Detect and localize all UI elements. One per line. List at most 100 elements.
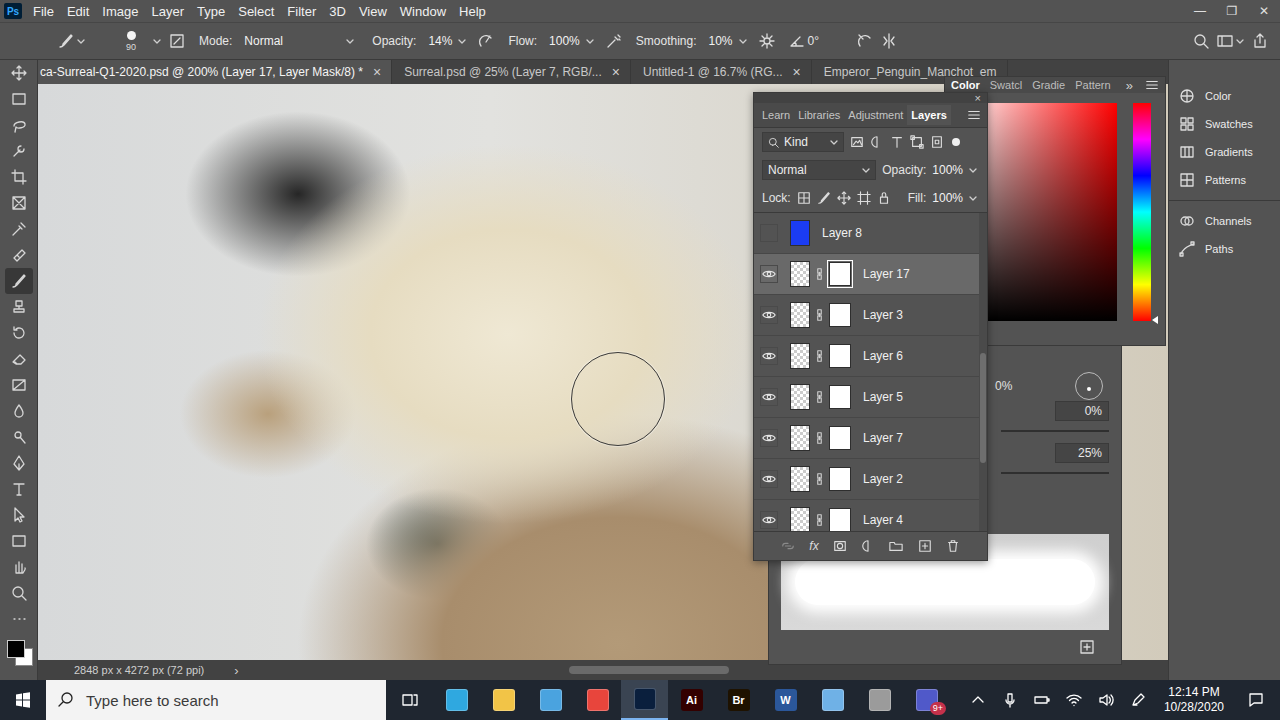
taskbar-app[interactable] bbox=[480, 680, 527, 720]
value-field[interactable]: 0% bbox=[1055, 401, 1109, 421]
tool-button[interactable] bbox=[5, 398, 33, 424]
taskbar-app[interactable] bbox=[809, 680, 856, 720]
tool-button[interactable] bbox=[5, 190, 33, 216]
brush-settings-icon[interactable] bbox=[169, 33, 185, 49]
tool-button[interactable] bbox=[5, 476, 33, 502]
dock-item[interactable]: Channels bbox=[1169, 207, 1280, 235]
taskbar-app[interactable] bbox=[527, 680, 574, 720]
window-control-button[interactable]: — bbox=[1184, 4, 1216, 18]
menu-item[interactable]: Image bbox=[95, 4, 144, 19]
brush-preset-picker[interactable]: 90 bbox=[117, 31, 145, 52]
brush-angle[interactable]: 0° bbox=[789, 33, 819, 49]
layer-mask-thumbnail[interactable] bbox=[829, 385, 851, 409]
menu-item[interactable]: Window bbox=[393, 4, 452, 19]
lock-all-icon[interactable] bbox=[877, 191, 891, 205]
slider-track[interactable] bbox=[1001, 430, 1109, 432]
visibility-toggle[interactable] bbox=[760, 511, 778, 529]
layer-row[interactable]: Layer 7 bbox=[754, 418, 979, 459]
taskbar-app[interactable] bbox=[621, 680, 668, 720]
gear-icon[interactable] bbox=[759, 33, 775, 49]
visibility-toggle[interactable] bbox=[760, 388, 778, 406]
visibility-toggle[interactable] bbox=[760, 265, 778, 283]
tool-button[interactable] bbox=[5, 346, 33, 372]
hue-marker[interactable] bbox=[1152, 316, 1158, 324]
taskbar-app[interactable]: W bbox=[762, 680, 809, 720]
link-layers-icon[interactable] bbox=[781, 539, 795, 553]
tool-button[interactable] bbox=[5, 424, 33, 450]
pressure-opacity-icon[interactable] bbox=[478, 33, 494, 49]
tool-button[interactable] bbox=[5, 86, 33, 112]
tool-preset-picker[interactable] bbox=[58, 33, 85, 49]
panel-tab[interactable]: Color bbox=[947, 78, 984, 92]
layer-list-scrollbar[interactable] bbox=[979, 213, 987, 531]
menu-item[interactable]: File bbox=[26, 4, 60, 19]
pixel-filter-icon[interactable] bbox=[850, 135, 864, 149]
opacity-field[interactable]: 100% bbox=[932, 163, 963, 177]
layer-mask-thumbnail[interactable] bbox=[829, 426, 851, 450]
tool-button[interactable] bbox=[5, 242, 33, 268]
panel-tab[interactable]: Gradie bbox=[1028, 78, 1069, 92]
type-filter-icon[interactable] bbox=[890, 135, 904, 149]
microphone-icon[interactable] bbox=[1002, 692, 1018, 708]
layer-mask-thumbnail[interactable] bbox=[829, 467, 851, 491]
menu-item[interactable]: 3D bbox=[322, 4, 352, 19]
tool-button[interactable] bbox=[5, 320, 33, 346]
tool-button[interactable] bbox=[5, 372, 33, 398]
panel-tab[interactable]: Swatcl bbox=[986, 78, 1026, 92]
search-icon[interactable] bbox=[1193, 33, 1209, 49]
angle-dial[interactable] bbox=[1075, 372, 1103, 400]
close-tab-button[interactable]: × bbox=[793, 64, 801, 80]
visibility-toggle[interactable] bbox=[760, 347, 778, 365]
tool-button[interactable] bbox=[5, 216, 33, 242]
chevron-down-icon[interactable] bbox=[969, 166, 977, 174]
layer-row[interactable]: Layer 3 bbox=[754, 295, 979, 336]
value-field[interactable]: 25% bbox=[1055, 443, 1109, 463]
tool-button[interactable] bbox=[5, 450, 33, 476]
menu-item[interactable]: Type bbox=[190, 4, 231, 19]
document-tab[interactable]: Untitled-1 @ 16.7% (RG... × bbox=[631, 60, 812, 84]
color-swatches[interactable] bbox=[5, 638, 33, 668]
layer-mask-thumbnail[interactable] bbox=[829, 303, 851, 327]
horizontal-scrollbar[interactable] bbox=[269, 666, 1152, 674]
panel-tab[interactable]: Libraries bbox=[794, 105, 844, 125]
layer-mask-thumbnail[interactable] bbox=[829, 508, 851, 531]
new-preset-icon[interactable] bbox=[1079, 639, 1095, 655]
menu-item[interactable]: Help bbox=[452, 4, 492, 19]
new-layer-icon[interactable] bbox=[918, 539, 932, 553]
smart-object-filter-icon[interactable] bbox=[930, 135, 944, 149]
close-panel-button[interactable]: × bbox=[975, 93, 981, 103]
layer-mask-thumbnail[interactable] bbox=[829, 344, 851, 368]
folder-icon[interactable] bbox=[889, 539, 903, 553]
visibility-toggle[interactable] bbox=[760, 429, 778, 447]
tool-button[interactable] bbox=[5, 554, 33, 580]
clock[interactable]: 12:14 PM 10/28/2020 bbox=[1154, 685, 1234, 715]
dock-item[interactable]: Swatches bbox=[1169, 110, 1280, 138]
layer-mask-thumbnail[interactable] bbox=[829, 262, 851, 286]
lock-pixels-icon[interactable] bbox=[817, 191, 831, 205]
notifications-icon[interactable] bbox=[1248, 692, 1264, 708]
adjustment-filter-icon[interactable] bbox=[870, 135, 884, 149]
chevron-up-icon[interactable] bbox=[970, 692, 986, 708]
menu-item[interactable]: Layer bbox=[145, 4, 191, 19]
fill-field[interactable]: 100% bbox=[932, 191, 963, 205]
panel-tab[interactable]: Learn bbox=[758, 105, 794, 125]
layer-row[interactable]: Layer 4 bbox=[754, 500, 979, 531]
close-tab-button[interactable]: × bbox=[612, 64, 620, 80]
volume-icon[interactable] bbox=[1098, 692, 1114, 708]
layer-row[interactable]: Layer 5 bbox=[754, 377, 979, 418]
symmetry-icon[interactable] bbox=[881, 33, 897, 49]
pen-icon[interactable] bbox=[1130, 692, 1146, 708]
taskbar-app[interactable]: 9+ bbox=[903, 680, 950, 720]
panel-tab[interactable]: Pattern bbox=[1071, 78, 1114, 92]
menu-item[interactable]: Select bbox=[231, 4, 280, 19]
panel-menu-icon[interactable] bbox=[967, 108, 981, 122]
menu-item[interactable]: Filter bbox=[280, 4, 322, 19]
tool-button[interactable] bbox=[5, 268, 33, 294]
scrollbar-thumb[interactable] bbox=[569, 666, 729, 674]
taskbar-app[interactable]: Br bbox=[715, 680, 762, 720]
add-mask-icon[interactable] bbox=[833, 539, 847, 553]
window-control-button[interactable]: ❐ bbox=[1216, 4, 1248, 18]
layer-row[interactable]: Layer 6 bbox=[754, 336, 979, 377]
trash-icon[interactable] bbox=[946, 539, 960, 553]
panel-menu-icon[interactable] bbox=[1145, 78, 1159, 92]
